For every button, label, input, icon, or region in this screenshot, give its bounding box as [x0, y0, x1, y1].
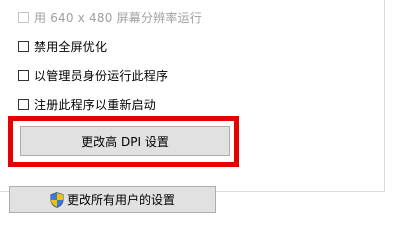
- change-settings-for-all-users-label: 更改所有用户的设置: [66, 193, 175, 207]
- uac-shield-icon: [50, 191, 64, 208]
- checkbox-640x480-box: [18, 11, 29, 23]
- checkbox-register-restart-label: 注册此程序以重新启动: [34, 97, 157, 112]
- checkbox-run-as-admin[interactable]: 以管理员身份运行此程序: [18, 66, 168, 84]
- checkbox-disable-fullscreen-optimizations[interactable]: 禁用全屏优化: [18, 37, 107, 55]
- checkbox-640x480-label: 用 640 x 480 屏幕分辨率运行: [34, 10, 202, 25]
- checkbox-run-as-admin-label: 以管理员身份运行此程序: [34, 68, 169, 83]
- checkbox-run-as-admin-box[interactable]: [18, 69, 29, 81]
- red-highlight-box: [8, 116, 239, 167]
- checkbox-register-restart[interactable]: 注册此程序以重新启动: [18, 95, 156, 113]
- checkbox-register-restart-box[interactable]: [18, 98, 29, 110]
- change-settings-for-all-users-button[interactable]: 更改所有用户的设置: [9, 186, 216, 213]
- compatibility-settings-panel: 用 640 x 480 屏幕分辨率运行 禁用全屏优化 以管理员身份运行此程序 注…: [0, 0, 385, 192]
- checkbox-disable-fullscreen-box[interactable]: [18, 40, 29, 52]
- checkbox-disable-fullscreen-label: 禁用全屏优化: [34, 39, 108, 54]
- checkbox-640x480-mode: 用 640 x 480 屏幕分辨率运行: [18, 8, 202, 26]
